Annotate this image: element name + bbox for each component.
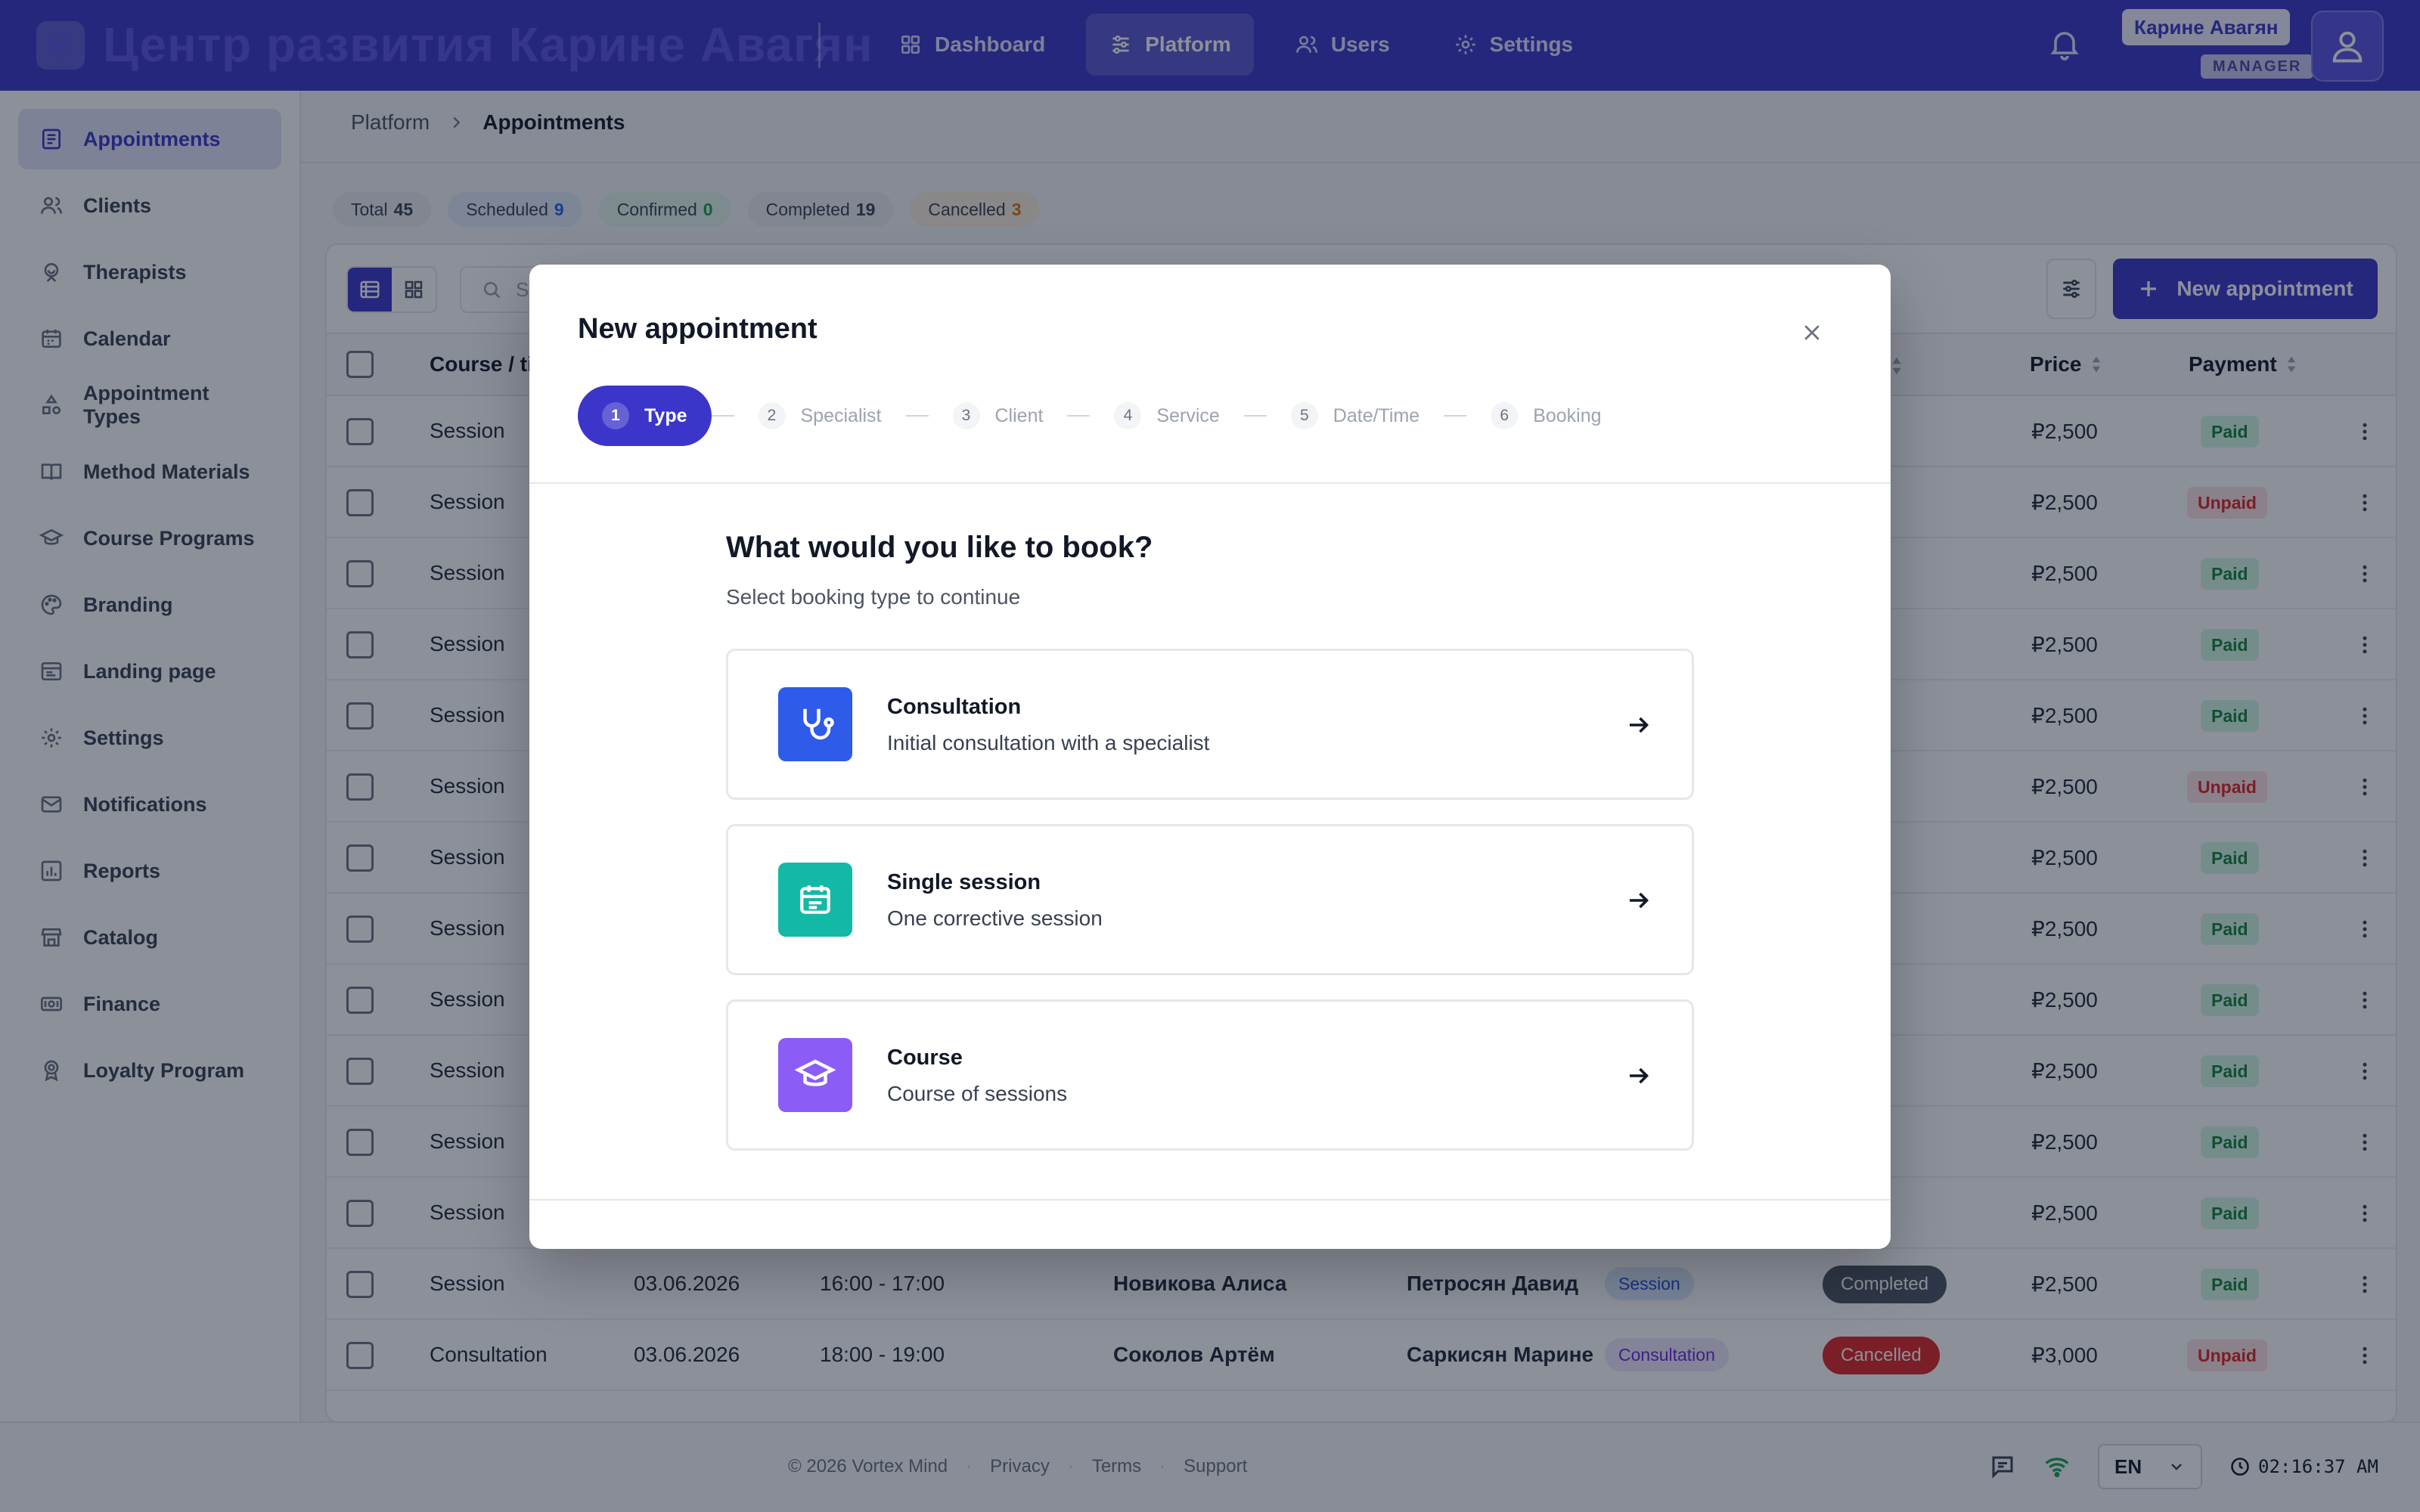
step-label: Booking xyxy=(1533,404,1602,426)
step-number: 5 xyxy=(1290,402,1318,429)
option-description: One corrective session xyxy=(887,906,1103,930)
step-label: Service xyxy=(1156,404,1220,426)
option-course[interactable]: Course Course of sessions xyxy=(726,999,1694,1151)
calendar-icon xyxy=(778,863,852,937)
step-label: Client xyxy=(994,404,1044,426)
step-specialist[interactable]: 2 Specialist xyxy=(734,386,906,446)
step-client[interactable]: 3 Client xyxy=(929,386,1068,446)
option-title: Course xyxy=(887,1046,963,1070)
step-type[interactable]: 1 Type xyxy=(578,386,712,446)
step-label: Specialist xyxy=(800,404,882,426)
booking-subtitle: Select booking type to continue xyxy=(726,585,1021,609)
stethoscope-icon xyxy=(778,687,852,761)
graduation-cap-icon xyxy=(778,1038,852,1112)
step-date-time[interactable]: 5 Date/Time xyxy=(1267,386,1444,446)
step-service[interactable]: 4 Service xyxy=(1090,386,1243,446)
step-number: 2 xyxy=(758,402,786,429)
modal-divider xyxy=(529,1199,1891,1201)
booking-question: What would you like to book? xyxy=(726,531,1153,564)
option-description: Initial consultation with a specialist xyxy=(887,731,1210,754)
stepper: 1 Type 2 Specialist 3 Client 4 Service 5 Date… xyxy=(578,386,1626,446)
step-connector xyxy=(1243,415,1267,417)
option-description: Course of sessions xyxy=(887,1082,1068,1105)
close-icon xyxy=(1804,325,1820,340)
option-single-session[interactable]: Single session One corrective session xyxy=(726,824,1694,975)
modal-title: New appointment xyxy=(578,313,818,345)
modal-divider xyxy=(529,482,1891,484)
arrow-right-icon xyxy=(1630,1067,1649,1084)
step-number: 1 xyxy=(602,402,629,429)
step-label: Date/Time xyxy=(1333,404,1420,426)
step-connector xyxy=(1067,415,1091,417)
step-number: 3 xyxy=(952,402,980,429)
step-label: Type xyxy=(644,404,687,426)
step-number: 4 xyxy=(1114,402,1142,429)
option-title: Consultation xyxy=(887,695,1022,719)
option-consultation[interactable]: Consultation Initial consultation with a… xyxy=(726,649,1694,800)
new-appointment-modal: New appointment 1 Type 2 Specialist 3 Clien… xyxy=(529,265,1891,1249)
step-number: 6 xyxy=(1491,402,1519,429)
step-connector xyxy=(1444,415,1467,417)
arrow-right-icon xyxy=(1630,892,1649,909)
close-button[interactable] xyxy=(1797,318,1827,348)
option-title: Single session xyxy=(887,870,1041,894)
step-booking[interactable]: 6 Booking xyxy=(1466,386,1625,446)
step-connector xyxy=(711,415,734,417)
step-connector xyxy=(905,415,929,417)
arrow-right-icon xyxy=(1630,717,1649,733)
